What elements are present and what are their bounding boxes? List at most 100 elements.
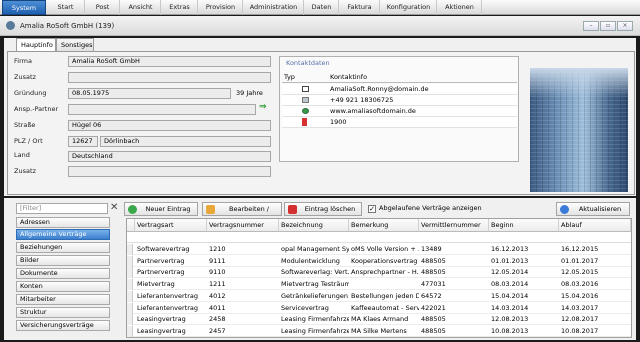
nav-item-adressen[interactable]: Adressen bbox=[16, 217, 110, 228]
app-icon bbox=[6, 21, 15, 30]
menu-daten[interactable]: Daten bbox=[305, 0, 339, 15]
close-icon[interactable]: ✕ bbox=[110, 202, 118, 214]
menu-administration[interactable]: Administration bbox=[244, 0, 304, 15]
grid-filter-row[interactable] bbox=[127, 232, 631, 243]
refresh-label: Aktualisieren bbox=[578, 205, 622, 213]
row-marker[interactable] bbox=[127, 314, 133, 326]
gruendung-field[interactable]: 08.05.1975 bbox=[68, 88, 231, 99]
plz-field[interactable]: 12627 bbox=[68, 136, 98, 147]
nav-item-beziehungen[interactable]: Beziehungen bbox=[16, 242, 110, 253]
col-vermittlernummer[interactable]: Vermittlernummer bbox=[419, 219, 489, 232]
cell-vertragsart: Mietvertrag bbox=[137, 280, 175, 289]
nav-item-allgemeine-vertraege[interactable]: Allgemeine Verträge bbox=[16, 229, 110, 240]
ansp-partner-label: Ansp.-Partner bbox=[14, 105, 59, 113]
row-marker[interactable] bbox=[127, 255, 133, 267]
close-button[interactable]: × bbox=[617, 21, 633, 31]
menu-provision[interactable]: Provision bbox=[199, 0, 243, 15]
cell-bemerkung: MA Klaes Armand bbox=[351, 315, 409, 324]
table-row[interactable]: Softwarevertrag 1210 opal Management Sy...… bbox=[127, 244, 631, 255]
col-vertragsart[interactable]: Vertragsart bbox=[135, 219, 207, 232]
minimize-button[interactable]: – bbox=[583, 21, 599, 31]
tab-sonstiges[interactable]: Sonstiges bbox=[56, 38, 94, 51]
tab-hauptinfo[interactable]: Hauptinfo bbox=[16, 38, 56, 51]
firma-field[interactable]: Amalia RoSoft GmbH bbox=[68, 56, 271, 67]
company-photo bbox=[530, 68, 628, 192]
row-marker[interactable] bbox=[127, 302, 133, 314]
contact-value: AmaliaSoft.Ronny@domain.de bbox=[330, 85, 429, 93]
delete-icon bbox=[288, 205, 297, 214]
phone-icon bbox=[302, 97, 309, 103]
age-text: 39 Jahre bbox=[236, 89, 263, 97]
cell-bezeichnung: opal Management Sy... bbox=[281, 245, 349, 253]
menu-konfiguration[interactable]: Konfiguration bbox=[381, 0, 437, 15]
strasse-label: Straße bbox=[14, 121, 36, 129]
menu-faktura[interactable]: Faktura bbox=[340, 0, 380, 15]
nav-item-dokumente[interactable]: Dokumente bbox=[16, 268, 110, 279]
contact-row[interactable]: AmaliaSoft.Ronny@domain.de bbox=[282, 84, 517, 95]
cell-beginn: 12.05.2014 bbox=[491, 268, 529, 277]
new-entry-button[interactable]: Neuer Eintrag bbox=[124, 202, 198, 216]
cell-bezeichnung: Modulentwicklung bbox=[281, 256, 340, 265]
zusatz2-field[interactable] bbox=[68, 166, 271, 177]
nav-item-bilder[interactable]: Bilder bbox=[16, 255, 110, 266]
cell-vertragsnummer: 9110 bbox=[209, 268, 226, 277]
menu-extras[interactable]: Extras bbox=[162, 0, 198, 15]
contact-col-typ: Typ bbox=[284, 73, 295, 81]
expired-label: Abgelaufene Verträge anzeigen bbox=[379, 204, 482, 212]
col-vertragsnummer[interactable]: Vertragsnummer bbox=[207, 219, 279, 232]
zusatz-field[interactable] bbox=[68, 72, 271, 83]
col-beginn[interactable]: Beginn bbox=[489, 219, 559, 232]
ansp-partner-field[interactable] bbox=[68, 104, 256, 115]
col-bemerkung[interactable]: Bemerkung bbox=[349, 219, 419, 232]
expired-checkbox[interactable]: ✓ bbox=[368, 205, 376, 213]
row-marker[interactable] bbox=[127, 279, 133, 291]
zusatz-label: Zusatz bbox=[14, 73, 36, 81]
row-marker[interactable] bbox=[127, 290, 133, 302]
row-marker[interactable] bbox=[127, 244, 133, 255]
table-row[interactable]: Leasingvertrag 2457 Leasing Firmenfahrze..… bbox=[127, 325, 631, 337]
row-marker[interactable] bbox=[127, 325, 133, 337]
cell-bemerkung bbox=[349, 279, 419, 290]
contact-row[interactable]: www.amaliasoftdomain.de bbox=[282, 106, 517, 117]
delete-button[interactable]: Eintrag löschen bbox=[284, 202, 362, 216]
col-ablauf[interactable]: Ablauf bbox=[559, 219, 631, 232]
nav-item-konten[interactable]: Konten bbox=[16, 281, 110, 292]
cell-bemerkung: Bestellungen jeden D... bbox=[351, 291, 419, 300]
cell-bemerkung: oMS Volle Version + ... bbox=[351, 245, 419, 253]
contact-row[interactable]: 1900 bbox=[282, 117, 517, 128]
edit-button[interactable]: Bearbeiten / Details bbox=[202, 202, 282, 225]
table-row[interactable]: Leasingvertrag 2458 Leasing Firmenfahrze..… bbox=[127, 314, 631, 326]
menu-start[interactable]: Start bbox=[47, 0, 85, 15]
contact-header: Typ Kontaktinfo bbox=[282, 72, 517, 83]
contracts-section: [Filter] ✕ Adressen Allgemeine Verträge … bbox=[4, 198, 636, 340]
ort-field[interactable]: Dörlinbach bbox=[100, 136, 271, 147]
table-row[interactable]: Lieferantenvertrag 4012 Getränkelieferunge… bbox=[127, 290, 631, 302]
cell-vermittlernummer: 64572 bbox=[421, 291, 442, 300]
menu-post[interactable]: Post bbox=[86, 0, 120, 15]
maximize-button[interactable]: ▫ bbox=[600, 21, 616, 31]
menu-system[interactable]: System bbox=[2, 0, 46, 15]
menu-ansicht[interactable]: Ansicht bbox=[121, 0, 161, 15]
nav-item-mitarbeiter[interactable]: Mitarbeiter bbox=[16, 294, 110, 305]
nav-item-struktur[interactable]: Struktur bbox=[16, 307, 110, 318]
cell-vertragsnummer: 2458 bbox=[209, 315, 226, 324]
cell-vermittlernummer: 488505 bbox=[421, 315, 446, 324]
arrow-right-icon[interactable]: ⇒ bbox=[259, 102, 267, 112]
table-row[interactable]: Partnervertrag 9110 Softwareverlag: Vert..… bbox=[127, 267, 631, 279]
cell-vertragsnummer: 4011 bbox=[209, 303, 226, 312]
land-field[interactable]: Deutschland bbox=[68, 151, 271, 162]
cell-bezeichnung: Getränkelieferungen bbox=[281, 291, 348, 300]
cell-vertragsnummer: 9111 bbox=[209, 256, 226, 265]
filter-input[interactable]: [Filter] bbox=[16, 203, 108, 214]
row-marker[interactable] bbox=[127, 267, 133, 279]
menu-aktionen[interactable]: Aktionen bbox=[438, 0, 482, 15]
nav-item-versicherungsvertraege[interactable]: Versicherungsverträge bbox=[16, 320, 110, 331]
strasse-field[interactable]: Hügel 06 bbox=[68, 120, 271, 131]
mobile-icon bbox=[302, 118, 307, 126]
table-row[interactable]: Lieferantenvertrag 4011 Servicevertrag Kaff… bbox=[127, 302, 631, 314]
contact-row[interactable]: +49 921 18306725 bbox=[282, 95, 517, 106]
refresh-button[interactable]: Aktualisieren bbox=[556, 202, 630, 216]
col-bezeichnung[interactable]: Bezeichnung bbox=[279, 219, 349, 232]
table-row[interactable]: Mietvertrag 1211 Mietvertrag Testräume 4770… bbox=[127, 279, 631, 291]
table-row[interactable]: Partnervertrag 9111 Modulentwicklung Kooper… bbox=[127, 255, 631, 267]
